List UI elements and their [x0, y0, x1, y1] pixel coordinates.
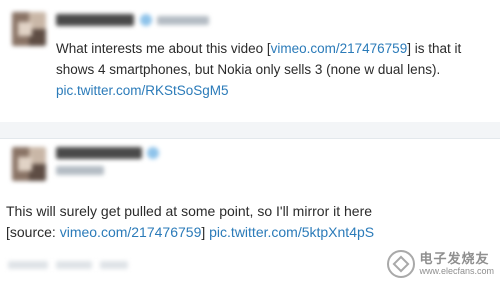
verified-badge-icon — [147, 147, 159, 159]
vimeo-link[interactable]: vimeo.com/217476759 — [271, 41, 408, 56]
watermark-text: 电子发烧友 www.elecfans.com — [419, 252, 494, 276]
tweet-text: This will surely get pulled at some poin… — [6, 201, 496, 243]
tweet-text: What interests me about this video [vime… — [56, 38, 494, 101]
tweet-text-part: ] — [201, 224, 210, 240]
tweet-card-1: What interests me about this video [vime… — [0, 0, 500, 123]
elecfans-logo-icon — [387, 250, 416, 278]
tweet-meta — [100, 261, 128, 269]
tweet-text-part: [source: — [6, 224, 60, 240]
pic-twitter-link[interactable]: pic.twitter.com/RKStSoSgM5 — [56, 83, 229, 98]
avatar[interactable] — [12, 147, 46, 181]
verified-badge-icon — [140, 14, 152, 26]
watermark: 电子发烧友 www.elecfans.com — [387, 250, 494, 278]
stream-gap — [0, 122, 500, 138]
tweet-timestamp[interactable] — [8, 261, 48, 269]
tweet-text-line: This will surely get pulled at some poin… — [6, 203, 373, 219]
tweet-text-part: What interests me about this video [ — [56, 41, 271, 56]
watermark-brand: 电子发烧友 — [419, 251, 490, 266]
watermark-url: www.elecfans.com — [419, 266, 494, 276]
author-handle[interactable] — [157, 16, 209, 25]
tweet-meta — [56, 261, 92, 269]
author-handle[interactable] — [56, 166, 104, 175]
avatar[interactable] — [12, 12, 46, 46]
author-name[interactable] — [56, 147, 142, 159]
author-name[interactable] — [56, 14, 134, 26]
pic-twitter-link[interactable]: pic.twitter.com/5ktpXnt4pS — [209, 224, 374, 240]
vimeo-link[interactable]: vimeo.com/217476759 — [60, 224, 202, 240]
